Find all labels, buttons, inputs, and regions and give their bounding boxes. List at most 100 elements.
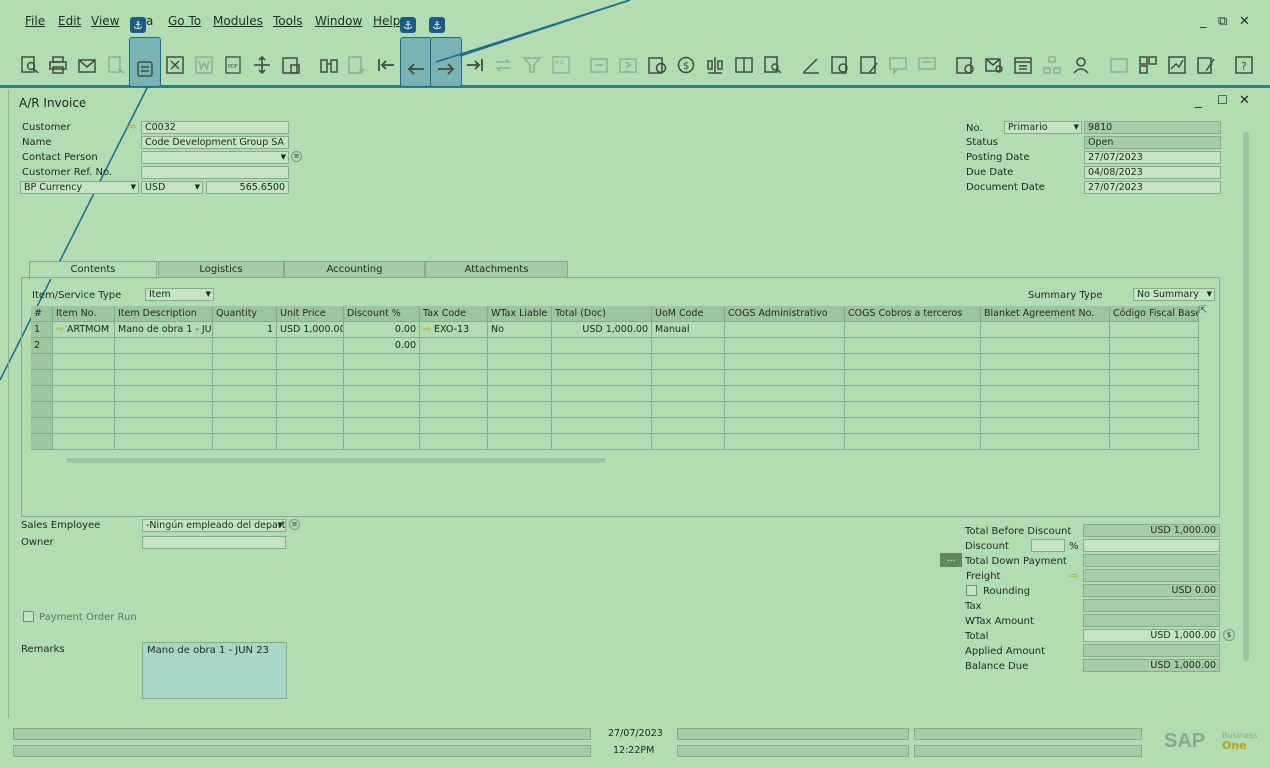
- discount-percent-field[interactable]: [1031, 539, 1065, 552]
- name-field[interactable]: Code Development Group SA: [141, 136, 289, 149]
- cell-unit-price[interactable]: [277, 370, 344, 386]
- cell-cogs-admin[interactable]: [725, 322, 845, 338]
- cell-uom-code[interactable]: [652, 370, 725, 386]
- cell-unit-price[interactable]: [277, 354, 344, 370]
- tab-logistics[interactable]: Logistics: [158, 261, 284, 278]
- column-header-wtax-liable[interactable]: WTax Liable: [488, 306, 552, 322]
- cell-uom-code[interactable]: [652, 354, 725, 370]
- edit-icon[interactable]: [799, 52, 823, 78]
- cell-total-doc[interactable]: [552, 338, 652, 354]
- column-header-quantity[interactable]: Quantity: [213, 306, 277, 322]
- cell-total-doc[interactable]: USD 1,000.00: [552, 322, 652, 338]
- print-icon[interactable]: [46, 52, 70, 78]
- menu-help[interactable]: Help: [373, 14, 400, 28]
- currency-select[interactable]: USD: [141, 181, 203, 194]
- cell-wtax-liable[interactable]: [488, 418, 552, 434]
- cell-cogs-admin[interactable]: [725, 338, 845, 354]
- cell-total-doc[interactable]: [552, 434, 652, 450]
- menu-file[interactable]: File: [25, 14, 45, 28]
- column-header-fiscal-code[interactable]: Código Fiscal Base: [1110, 306, 1199, 322]
- cell-fiscal-code[interactable]: [1110, 434, 1199, 450]
- cell-tax-code[interactable]: [420, 370, 488, 386]
- cell-blanket-agreement[interactable]: [981, 386, 1110, 402]
- cell-item-description[interactable]: Mano de obra 1 - JUN: [115, 322, 213, 338]
- calendar-icon[interactable]: [1011, 52, 1035, 78]
- last-record-icon[interactable]: [463, 52, 487, 78]
- approval-icon[interactable]: [953, 52, 977, 78]
- app-restore-icon[interactable]: ⧉: [1218, 14, 1227, 29]
- widgets-icon[interactable]: [1136, 52, 1160, 78]
- menu-tools[interactable]: Tools: [273, 14, 303, 28]
- cell-cogs-third-party[interactable]: [845, 402, 981, 418]
- cell-total-doc[interactable]: [552, 402, 652, 418]
- next-record-icon[interactable]: [430, 37, 462, 87]
- column-header-uom-code[interactable]: UoM Code: [652, 306, 725, 322]
- cell-cogs-third-party[interactable]: [845, 338, 981, 354]
- cell-item-description[interactable]: [115, 338, 213, 354]
- maximize-icon[interactable]: ☐: [1217, 93, 1228, 107]
- cell-total-doc[interactable]: [552, 370, 652, 386]
- cell-discount-percent[interactable]: 0.00: [344, 322, 420, 338]
- payment-order-run-checkbox[interactable]: [23, 611, 34, 622]
- cell-tax-code[interactable]: [420, 338, 488, 354]
- app-close-icon[interactable]: ✕: [1239, 14, 1250, 29]
- cell-discount-percent[interactable]: [344, 354, 420, 370]
- cell-wtax-liable[interactable]: [488, 370, 552, 386]
- cell-discount-percent[interactable]: [344, 386, 420, 402]
- contact-person-select[interactable]: [141, 151, 289, 164]
- app-minimize-icon[interactable]: _: [1200, 14, 1207, 29]
- menu-data[interactable]: a: [146, 14, 153, 28]
- due-date-field[interactable]: 04/08/2023: [1084, 166, 1221, 179]
- cell-fiscal-code[interactable]: [1110, 370, 1199, 386]
- cell-blanket-agreement[interactable]: [981, 434, 1110, 450]
- cell-fiscal-code[interactable]: [1110, 386, 1199, 402]
- first-record-icon[interactable]: [374, 52, 398, 78]
- tab-accounting[interactable]: Accounting: [284, 261, 425, 278]
- move-icon[interactable]: [250, 52, 274, 78]
- list-icon[interactable]: ≡: [289, 519, 300, 530]
- cell-unit-price[interactable]: USD 1,000.00: [277, 322, 344, 338]
- cell-discount-percent[interactable]: [344, 418, 420, 434]
- cell-fiscal-code[interactable]: [1110, 402, 1199, 418]
- cell-unit-price[interactable]: [277, 338, 344, 354]
- cell-cogs-admin[interactable]: [725, 386, 845, 402]
- cell-tax-code[interactable]: [420, 418, 488, 434]
- sales-employee-select[interactable]: -Ningún empleado del depart: [142, 519, 286, 532]
- cell-blanket-agreement[interactable]: [981, 402, 1110, 418]
- user-icon[interactable]: [1069, 52, 1093, 78]
- cell-unit-price[interactable]: [277, 402, 344, 418]
- owner-field[interactable]: [142, 536, 286, 549]
- column-header-blanket-agreement[interactable]: Blanket Agreement No.: [981, 306, 1110, 322]
- rounding-checkbox[interactable]: [966, 585, 977, 596]
- cell-cogs-third-party[interactable]: [845, 370, 981, 386]
- cell-discount-percent[interactable]: [344, 370, 420, 386]
- cell-cogs-third-party[interactable]: [845, 354, 981, 370]
- cell-quantity[interactable]: [213, 418, 277, 434]
- cell-item-no[interactable]: [53, 418, 115, 434]
- cell-fiscal-code[interactable]: [1110, 354, 1199, 370]
- cell-wtax-liable[interactable]: [488, 386, 552, 402]
- cell-discount-percent[interactable]: [344, 434, 420, 450]
- cell-quantity[interactable]: [213, 386, 277, 402]
- cell-cogs-third-party[interactable]: [845, 418, 981, 434]
- alert-mail-icon[interactable]: [982, 52, 1006, 78]
- vertical-scrollbar[interactable]: [1243, 132, 1249, 662]
- help-icon[interactable]: ?: [1232, 52, 1256, 78]
- tab-attachments[interactable]: Attachments: [425, 261, 568, 278]
- cell-item-no[interactable]: [53, 386, 115, 402]
- cell-cogs-third-party[interactable]: [845, 386, 981, 402]
- minimize-icon[interactable]: _: [1195, 94, 1202, 109]
- cell-tax-code[interactable]: [420, 386, 488, 402]
- column-header-item-no[interactable]: Item No.: [53, 306, 115, 322]
- cell-item-description[interactable]: [115, 402, 213, 418]
- cell-tax-code[interactable]: ⇨ EXO-13: [420, 322, 488, 338]
- excel-icon[interactable]: [163, 52, 187, 78]
- cell-wtax-liable[interactable]: [488, 354, 552, 370]
- journal-icon[interactable]: [732, 52, 756, 78]
- column-header-tax-code[interactable]: Tax Code: [420, 306, 488, 322]
- cell-item-no[interactable]: [53, 338, 115, 354]
- cell-quantity[interactable]: [213, 402, 277, 418]
- menu-window[interactable]: Window: [315, 14, 362, 28]
- layout-designer-icon[interactable]: [129, 37, 161, 87]
- email-icon[interactable]: [75, 52, 99, 78]
